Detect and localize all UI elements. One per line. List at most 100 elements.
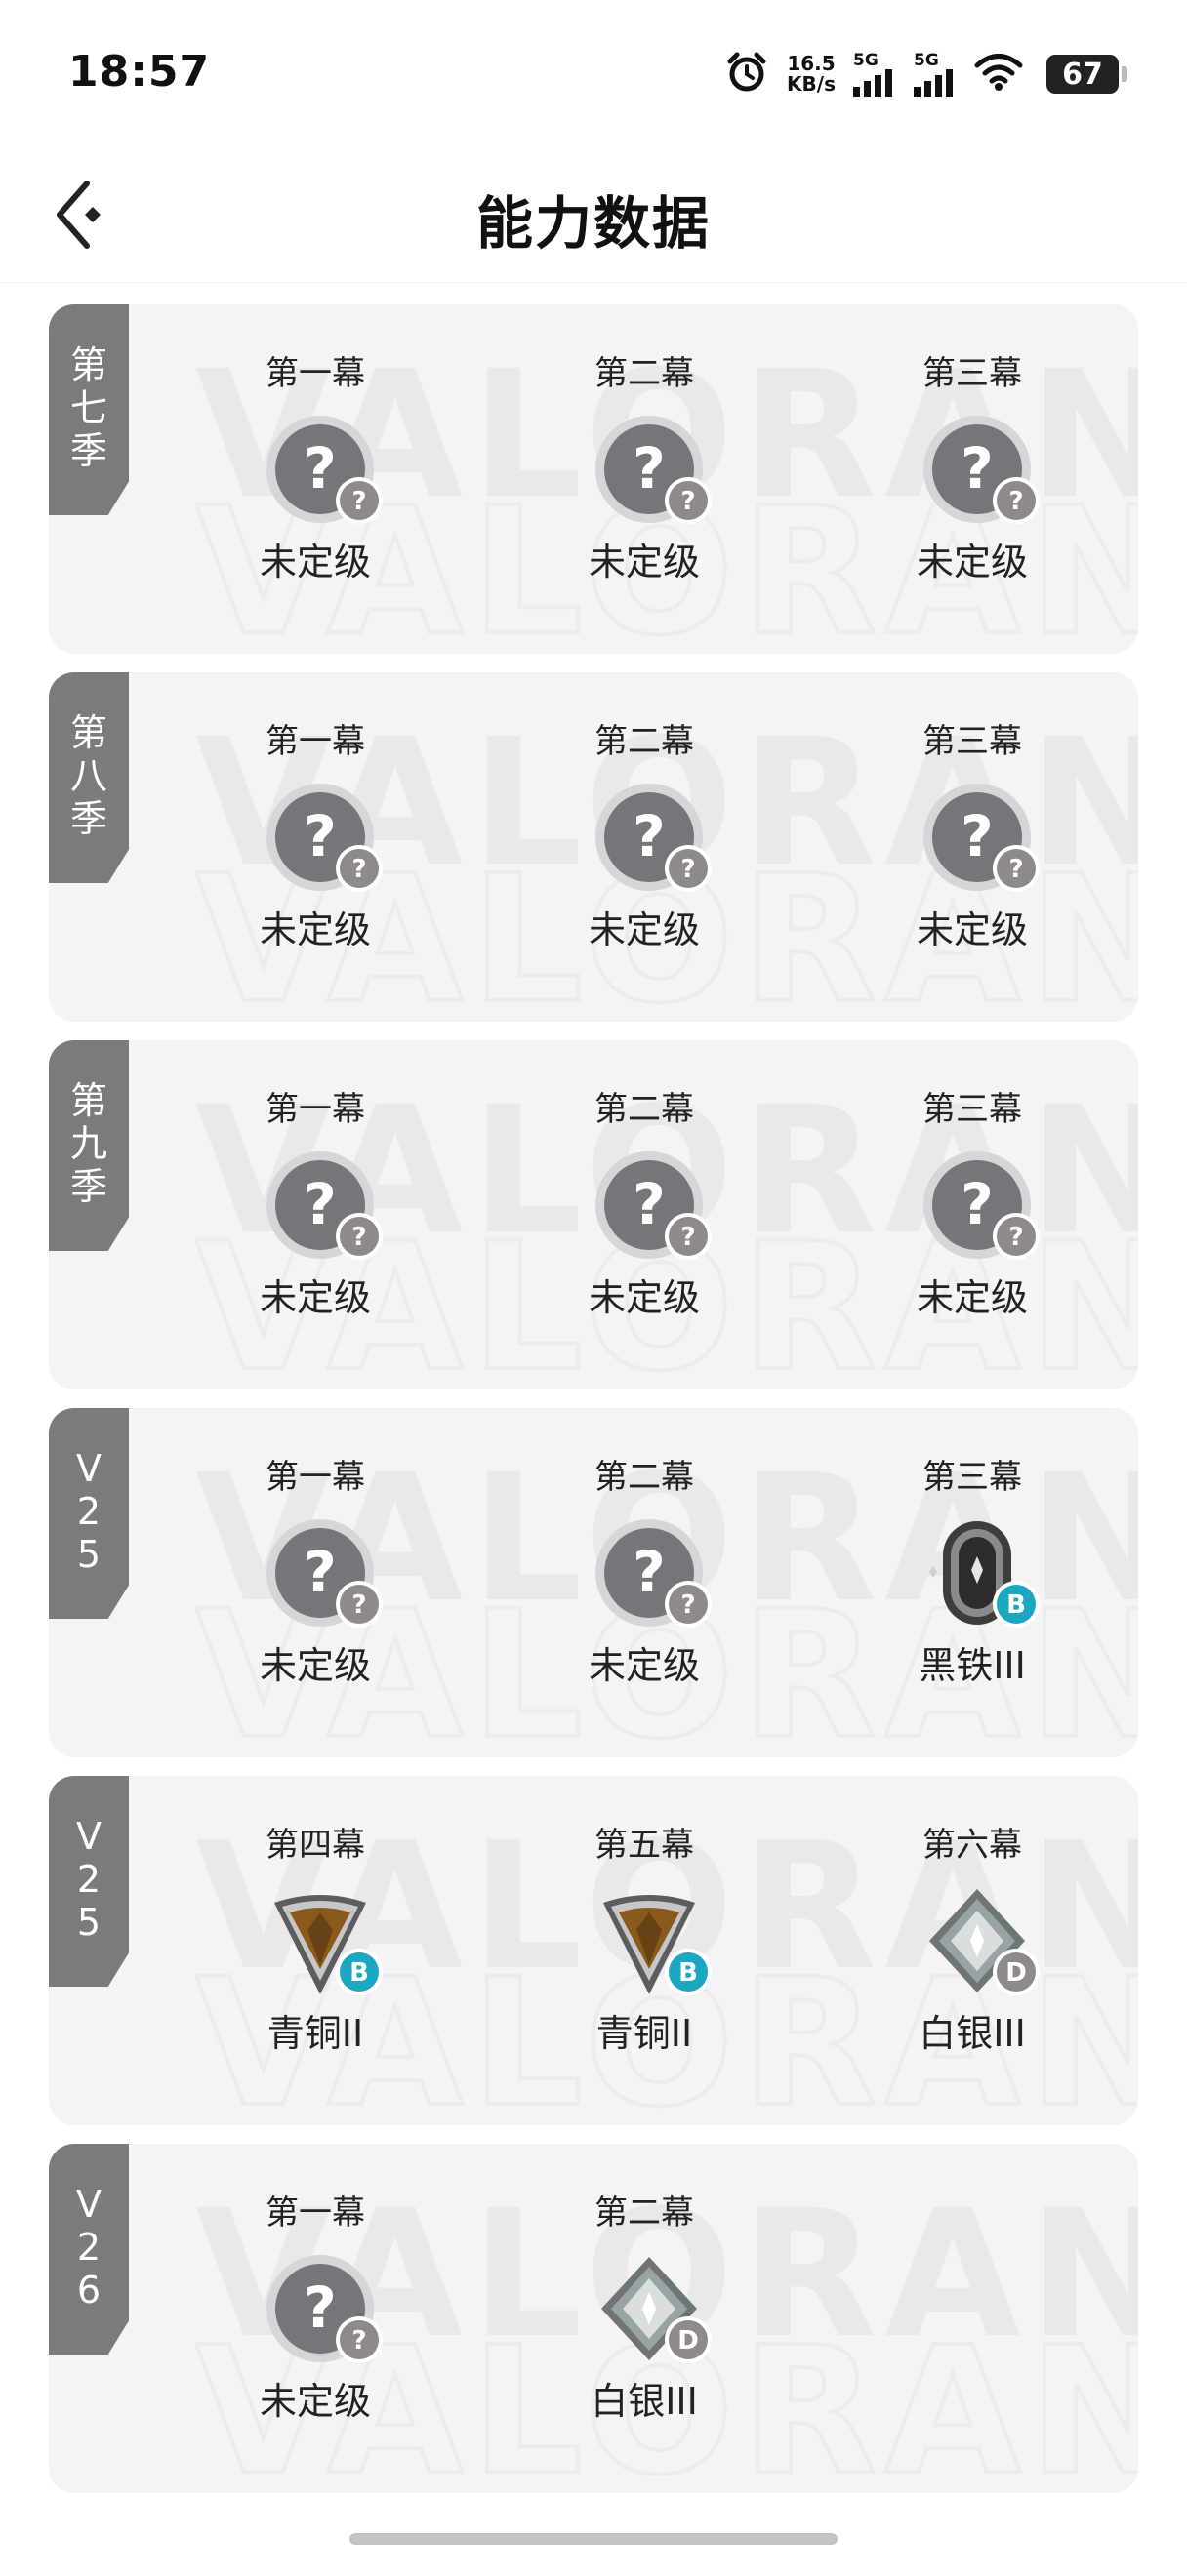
cell-signal-2: 5G <box>914 52 957 97</box>
svg-text:?: ? <box>680 487 695 516</box>
svg-text:B: B <box>678 1958 698 1988</box>
act-item[interactable]: 第一幕 ? ? 未定级 <box>188 304 442 654</box>
rank-badge-icon: ? <box>335 844 384 893</box>
svg-text:?: ? <box>351 487 366 516</box>
season-label-char: 九 <box>69 1122 107 1165</box>
act-name: 第一幕 <box>266 1090 365 1129</box>
act-item[interactable]: 第三幕 B 黑铁III <box>845 1408 1099 1757</box>
rank-emblem: ? ? <box>247 1140 384 1268</box>
act-item[interactable]: 第六幕 D 白银III <box>845 1776 1099 2125</box>
rank-badge-icon: ? <box>335 1580 384 1629</box>
rank-name: 未定级 <box>916 541 1028 584</box>
svg-text:?: ? <box>1008 1223 1023 1252</box>
svg-text:?: ? <box>680 1590 695 1620</box>
rank-name: 白银III <box>919 2012 1026 2055</box>
svg-text:?: ? <box>351 1590 366 1620</box>
season-label-char: 6 <box>76 2269 102 2312</box>
act-item[interactable]: 第二幕 ? ? 未定级 <box>517 1408 771 1757</box>
season-label-char: 七 <box>69 386 107 429</box>
svg-text:?: ? <box>633 1539 666 1605</box>
season-label-tab: 第七季 <box>49 304 129 515</box>
rank-badge-icon: D <box>664 2315 713 2364</box>
net-speed-unit: KB/s <box>787 72 836 96</box>
rank-emblem: ? ? <box>576 772 713 901</box>
svg-text:B: B <box>349 1958 369 1988</box>
rank-emblem: ? ? <box>247 772 384 901</box>
signal-icon <box>853 69 892 97</box>
svg-text:D: D <box>677 2326 699 2355</box>
rank-emblem: D <box>576 2243 713 2372</box>
act-item[interactable]: 第一幕 ? ? 未定级 <box>188 1040 442 1389</box>
rank-emblem: B <box>576 1875 713 2004</box>
svg-text:?: ? <box>304 803 337 869</box>
season-label-char: 季 <box>69 797 107 840</box>
net-speed: 16.5 KB/s <box>787 54 836 95</box>
home-indicator[interactable] <box>349 2533 838 2545</box>
rank-emblem: ? ? <box>904 772 1041 901</box>
act-name: 第四幕 <box>266 1826 365 1865</box>
rank-name: 未定级 <box>916 1276 1028 1319</box>
act-item[interactable]: 第五幕 B 青铜II <box>517 1776 771 2125</box>
rank-badge-icon: ? <box>664 476 713 525</box>
rank-badge-icon: ? <box>992 476 1041 525</box>
rank-emblem: B <box>247 1875 384 2004</box>
act-name: 第三幕 <box>922 1458 1022 1497</box>
season-label-tab: 第九季 <box>49 1040 129 1251</box>
page-title: 能力数据 <box>475 190 711 257</box>
act-name: 第二幕 <box>594 2194 694 2233</box>
season-label-char: V <box>76 1815 102 1858</box>
season-label-char: 2 <box>76 1490 102 1533</box>
act-item[interactable]: 第三幕 ? ? 未定级 <box>845 304 1099 654</box>
season-label-char: 季 <box>69 1165 107 1208</box>
rank-emblem: B <box>904 1508 1041 1636</box>
act-item[interactable]: 第三幕 ? ? 未定级 <box>845 1040 1099 1389</box>
act-item[interactable]: 第一幕 ? ? 未定级 <box>188 672 442 1022</box>
svg-text:?: ? <box>680 1223 695 1252</box>
rank-name: 未定级 <box>588 1644 700 1687</box>
rank-name: 未定级 <box>259 1276 371 1319</box>
act-item[interactable]: 第二幕 ? ? 未定级 <box>517 304 771 654</box>
rank-badge-icon: ? <box>335 1212 384 1261</box>
act-name: 第三幕 <box>922 354 1022 393</box>
rank-name: 未定级 <box>916 908 1028 951</box>
act-item[interactable]: 第四幕 B 青铜II <box>188 1776 442 2125</box>
svg-text:?: ? <box>961 803 994 869</box>
act-item[interactable]: 第一幕 ? ? 未定级 <box>188 1408 442 1757</box>
rank-badge-icon: ? <box>992 1212 1041 1261</box>
act-item[interactable]: 第二幕 D 白银III <box>517 2144 771 2493</box>
svg-text:?: ? <box>351 855 366 884</box>
act-name: 第一幕 <box>266 1458 365 1497</box>
act-name: 第一幕 <box>266 354 365 393</box>
rank-emblem: ? ? <box>576 1140 713 1268</box>
rank-name: 青铜II <box>266 2012 364 2055</box>
act-name: 第三幕 <box>922 722 1022 761</box>
season-card: VALORANT VALORANT 第九季第一幕 ? ? 未定级第二幕 ? ? … <box>49 1040 1138 1389</box>
status-time: 18:57 <box>68 47 211 97</box>
act-item[interactable]: 第二幕 ? ? 未定级 <box>517 1040 771 1389</box>
act-item[interactable]: 第二幕 ? ? 未定级 <box>517 672 771 1022</box>
season-label-char: 5 <box>76 1533 102 1576</box>
rank-emblem: ? ? <box>904 404 1041 533</box>
svg-text:?: ? <box>351 1223 366 1252</box>
rank-emblem: ? ? <box>247 2243 384 2372</box>
svg-text:?: ? <box>304 435 337 502</box>
status-bar: 18:57 16.5 KB/s 5G 5G 67 <box>0 0 1187 146</box>
season-label-char: 2 <box>76 2226 102 2269</box>
rank-emblem: ? ? <box>247 1508 384 1636</box>
season-label-char: 季 <box>69 429 107 472</box>
act-name: 第三幕 <box>922 1090 1022 1129</box>
act-item[interactable]: 第三幕 ? ? 未定级 <box>845 672 1099 1022</box>
rank-name: 白银III <box>591 2380 698 2423</box>
rank-emblem: ? ? <box>904 1140 1041 1268</box>
svg-text:?: ? <box>1008 855 1023 884</box>
svg-text:B: B <box>1006 1590 1026 1620</box>
season-card: VALORANT VALORANT V26第一幕 ? ? 未定级第二幕 D 白银… <box>49 2144 1138 2493</box>
battery-icon: 67 <box>1046 55 1127 94</box>
svg-text:?: ? <box>304 1171 337 1237</box>
season-card: VALORANT VALORANT V25第一幕 ? ? 未定级第二幕 ? ? … <box>49 1408 1138 1757</box>
svg-text:?: ? <box>633 1171 666 1237</box>
rank-badge-icon: B <box>992 1580 1041 1629</box>
rank-name: 未定级 <box>588 908 700 951</box>
act-item[interactable]: 第一幕 ? ? 未定级 <box>188 2144 442 2493</box>
net-speed-value: 16.5 <box>787 52 836 75</box>
